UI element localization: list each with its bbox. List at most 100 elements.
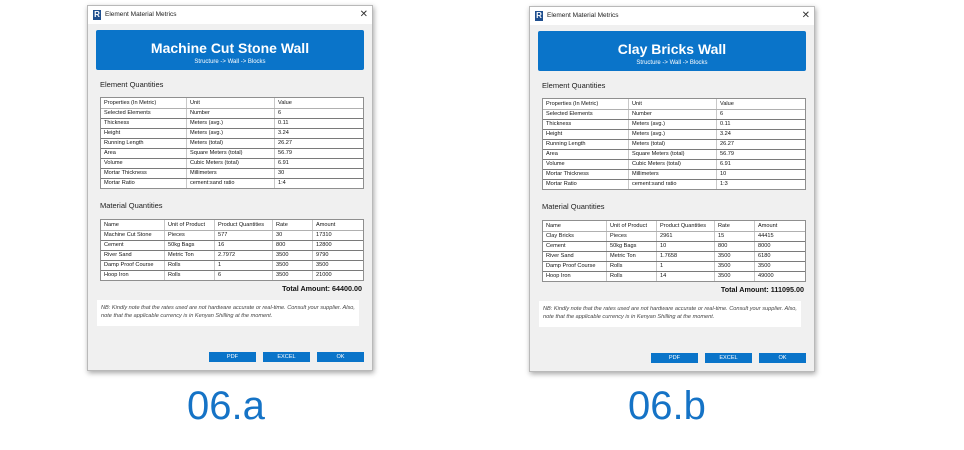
- table-row[interactable]: Running Length Meters (total) 26.27: [101, 139, 363, 149]
- cell: Thickness: [543, 120, 629, 129]
- cell: Cubic Meters (total): [629, 160, 717, 169]
- table-row[interactable]: Machine Cut Stone Pieces 577 30 17310: [101, 231, 363, 241]
- table-row[interactable]: Damp Proof Course Rolls 1 3500 3500: [543, 262, 805, 272]
- table-header-row: Name Unit of Product Product Quantities …: [543, 221, 805, 232]
- table-row[interactable]: Area Square Meters (total) 56.79: [543, 150, 805, 160]
- button-row: PDF EXCEL OK: [651, 353, 806, 363]
- column-header[interactable]: Name: [101, 220, 165, 230]
- cell: 10: [720, 171, 727, 177]
- column-header[interactable]: Amount: [313, 220, 361, 230]
- table-row[interactable]: Cement 50kg Bags 16 800 12800: [101, 241, 363, 251]
- table-row[interactable]: Thickness Meters (avg.) 0.11: [543, 120, 805, 130]
- table-row[interactable]: Height Meters (avg.) 3.24: [543, 130, 805, 140]
- column-header[interactable]: Unit of Product: [607, 221, 657, 231]
- cell: Mortar Thickness: [543, 170, 629, 179]
- ok-button[interactable]: OK: [317, 352, 364, 362]
- element-quantities-table: Properties (In Metric) Unit Value Select…: [542, 98, 806, 190]
- cell: 3500: [273, 261, 313, 270]
- table-row[interactable]: Mortar Thickness Millimeters 10: [543, 170, 805, 180]
- pdf-button[interactable]: PDF: [209, 352, 256, 362]
- cell: 6180: [758, 253, 771, 259]
- table-row[interactable]: Height Meters (avg.) 3.24: [101, 129, 363, 139]
- cell: 6.91: [278, 160, 289, 166]
- cell: Rolls: [607, 272, 657, 281]
- table-row[interactable]: River Sand Metric Ton 2.7972 3500 9790: [101, 251, 363, 261]
- window-title: Element Material Metrics: [105, 11, 177, 18]
- cell: Square Meters (total): [629, 150, 717, 159]
- table-row[interactable]: Running Length Meters (total) 26.27: [543, 140, 805, 150]
- breadcrumb: Structure -> Wall -> Blocks: [636, 60, 708, 66]
- column-header[interactable]: Name: [543, 221, 607, 231]
- rates-note: NB: Kindly note that the rates used are …: [97, 300, 359, 326]
- column-header[interactable]: Unit: [629, 99, 717, 109]
- element-quantities-heading: Element Quantities: [100, 80, 164, 89]
- cell: 3500: [316, 262, 329, 268]
- table-row[interactable]: Mortar Ratio cement:sand ratio 1:3: [543, 180, 805, 189]
- pdf-button[interactable]: PDF: [651, 353, 698, 363]
- cell: 49000: [758, 273, 774, 279]
- cell: 1: [657, 262, 715, 271]
- material-metrics-dialog-b: R Element Material Metrics ✕ Clay Bricks…: [529, 6, 815, 372]
- cell: 6.91: [720, 161, 731, 167]
- column-header[interactable]: Unit of Product: [165, 220, 215, 230]
- wall-title: Machine Cut Stone Wall: [150, 40, 310, 56]
- cell: Rolls: [607, 262, 657, 271]
- ok-button[interactable]: OK: [759, 353, 806, 363]
- cell: 3500: [758, 263, 771, 269]
- column-header[interactable]: Product Quantities: [215, 220, 273, 230]
- table-row[interactable]: Cement 50kg Bags 10 800 8000: [543, 242, 805, 252]
- column-header[interactable]: Properties (In Metric): [101, 98, 187, 108]
- rates-note: NB: Kindly note that the rates used are …: [539, 301, 801, 327]
- cell: Rolls: [165, 261, 215, 270]
- table-row[interactable]: Area Square Meters (total) 56.79: [101, 149, 363, 159]
- cell: 6: [720, 111, 724, 117]
- column-header[interactable]: Rate: [273, 220, 313, 230]
- revit-app-icon: R: [535, 11, 543, 21]
- cell: Meters (avg.): [629, 120, 717, 129]
- excel-button[interactable]: EXCEL: [705, 353, 752, 363]
- column-header[interactable]: Value: [275, 98, 361, 108]
- cell: Pieces: [165, 231, 215, 240]
- table-row[interactable]: Clay Bricks Pieces 2961 15 44415: [543, 232, 805, 242]
- column-header[interactable]: Value: [717, 99, 803, 109]
- cell: Meters (total): [629, 140, 717, 149]
- table-row[interactable]: Hoop Iron Rolls 6 3500 21000: [101, 271, 363, 280]
- table-row[interactable]: Volume Cubic Meters (total) 6.91: [101, 159, 363, 169]
- column-header[interactable]: Properties (In Metric): [543, 99, 629, 109]
- column-header[interactable]: Amount: [755, 221, 803, 231]
- cell: 17310: [316, 232, 332, 238]
- table-row[interactable]: Volume Cubic Meters (total) 6.91: [543, 160, 805, 170]
- element-quantities-heading: Element Quantities: [542, 81, 606, 90]
- cell: Mortar Ratio: [101, 179, 187, 188]
- cell: Number: [629, 110, 717, 119]
- cell: 1:4: [278, 180, 286, 186]
- material-metrics-dialog-a: R Element Material Metrics ✕ Machine Cut…: [87, 5, 373, 371]
- table-row[interactable]: Selected Elements Number 6: [101, 109, 363, 119]
- table-row[interactable]: Damp Proof Course Rolls 1 3500 3500: [101, 261, 363, 271]
- table-row[interactable]: Selected Elements Number 6: [543, 110, 805, 120]
- revit-app-icon: R: [93, 10, 101, 20]
- table-row[interactable]: Thickness Meters (avg.) 0.11: [101, 119, 363, 129]
- material-quantities-table: Name Unit of Product Product Quantities …: [100, 219, 364, 281]
- cell: Metric Ton: [165, 251, 215, 260]
- column-header[interactable]: Unit: [187, 98, 275, 108]
- cell: Area: [101, 149, 187, 158]
- column-header[interactable]: Rate: [715, 221, 755, 231]
- close-icon[interactable]: ✕: [802, 9, 810, 23]
- cell: Pieces: [607, 232, 657, 241]
- breadcrumb: Structure -> Wall -> Blocks: [194, 59, 266, 65]
- excel-button[interactable]: EXCEL: [263, 352, 310, 362]
- cell: Cement: [543, 242, 607, 251]
- cell: Clay Bricks: [543, 232, 607, 241]
- cell: Running Length: [101, 139, 187, 148]
- close-icon[interactable]: ✕: [360, 8, 368, 22]
- cell: 6: [215, 271, 273, 280]
- table-row[interactable]: River Sand Metric Ton 1.7658 3500 6180: [543, 252, 805, 262]
- cell: Rolls: [165, 271, 215, 280]
- table-row[interactable]: Mortar Thickness Millimeters 30: [101, 169, 363, 179]
- cell: 30: [273, 231, 313, 240]
- wall-banner: Machine Cut Stone Wall Structure -> Wall…: [96, 30, 364, 70]
- table-row[interactable]: Mortar Ratio cement:sand ratio 1:4: [101, 179, 363, 188]
- table-row[interactable]: Hoop Iron Rolls 14 3500 49000: [543, 272, 805, 281]
- column-header[interactable]: Product Quantities: [657, 221, 715, 231]
